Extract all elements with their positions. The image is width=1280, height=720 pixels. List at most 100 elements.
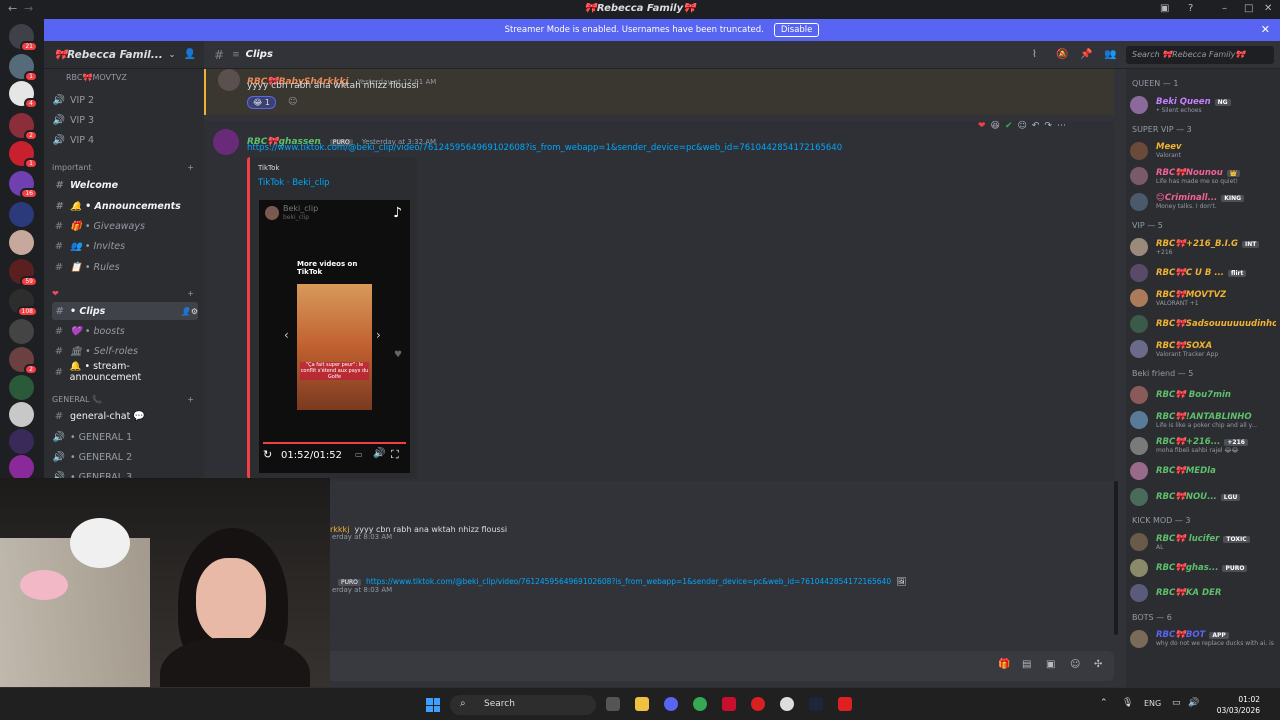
member-item[interactable]: RBC🎀C U B ... flirt	[1130, 261, 1276, 285]
chevron-left-icon[interactable]: ‹	[284, 328, 289, 342]
sticker-icon[interactable]: ▣	[1046, 659, 1055, 670]
channel-vip-4[interactable]: 🔊 VIP 4	[52, 131, 198, 149]
disable-streamer-button[interactable]: Disable	[773, 23, 820, 37]
forward-icon[interactable]: ↷	[1044, 121, 1052, 137]
server-icon[interactable]	[9, 402, 34, 427]
emoji-icon[interactable]: ☺	[1070, 659, 1080, 670]
riot-icon[interactable]	[722, 697, 736, 711]
windows-start-icon[interactable]	[426, 698, 440, 712]
channel-general-2[interactable]: 🔊 • GENERAL 2	[52, 448, 198, 466]
channel-self-roles[interactable]: # 🏛 • Self-roles	[52, 342, 198, 360]
gif-icon[interactable]: ▤	[1022, 659, 1031, 670]
message-composer[interactable]: 🎁 ▤ ▣ ☺ ✣	[214, 651, 1114, 681]
more-icon[interactable]: ⋯	[1057, 121, 1066, 137]
member-item[interactable]: RBC🎀ghas... PURO	[1130, 556, 1276, 580]
channel-vip-2[interactable]: 🔊 VIP 2	[52, 91, 198, 109]
member-item[interactable]: RBC🎀!ANTABLINHO Life is like a poker chip…	[1130, 408, 1276, 432]
steam-icon[interactable]	[809, 697, 823, 711]
taskbar-search[interactable]: ⌕ Search	[450, 695, 596, 715]
app-icon[interactable]	[838, 697, 852, 711]
server-icon[interactable]	[9, 230, 34, 255]
chrome-icon[interactable]	[693, 697, 707, 711]
app-icon[interactable]	[751, 697, 765, 711]
server-icon[interactable]	[9, 455, 34, 480]
member-item[interactable]: Beki Queen NG • Silent echoes	[1130, 93, 1276, 117]
fullscreen-icon[interactable]: ⛶	[391, 448, 399, 462]
member-item[interactable]: Meev Valorant	[1130, 139, 1276, 163]
threads-icon[interactable]: ⌇	[1032, 49, 1037, 60]
channel-clips[interactable]: # • Clips 👤⚙	[52, 302, 198, 320]
add-user-icon[interactable]: 👤	[184, 49, 196, 60]
clock[interactable]: 01:02 03/03/2026	[1217, 694, 1260, 716]
close-window-icon[interactable]: ✕	[1264, 3, 1272, 14]
member-item[interactable]: RBC🎀MEDla	[1130, 459, 1276, 483]
channel-vip-3[interactable]: 🔊 VIP 3	[52, 111, 198, 129]
minimize-icon[interactable]: –	[1222, 3, 1227, 14]
discord-icon[interactable]	[664, 697, 678, 711]
preview-link[interactable]: https://www.tiktok.com/@beki_clip/video/…	[366, 577, 891, 586]
member-item[interactable]: RBC🎀Sadsouuuuuudinho	[1130, 312, 1276, 336]
server-header[interactable]: 🎀Rebecca Famil... ⌄ 👤	[44, 41, 204, 69]
member-item[interactable]: RBC🎀NOU... LGU	[1130, 485, 1276, 509]
member-item[interactable]: RBC🎀KA DER	[1130, 581, 1276, 605]
obs-icon[interactable]	[780, 697, 794, 711]
server-icon[interactable]: 4	[9, 81, 38, 109]
replay-icon[interactable]: ↻	[263, 448, 272, 461]
scrollbar-thumb[interactable]	[1114, 481, 1118, 635]
chevron-up-icon[interactable]: ⌃	[1100, 698, 1108, 708]
server-icon[interactable]: 2	[9, 113, 38, 141]
server-icon[interactable]	[9, 319, 34, 344]
settings-gear-icon[interactable]: 👤⚙	[181, 307, 198, 316]
pin-icon[interactable]: 📌	[1080, 49, 1092, 60]
member-item[interactable]: RBC🎀MOVTVZ VALORANT +1	[1130, 286, 1276, 310]
server-icon[interactable]: 21	[9, 24, 38, 52]
video-progress-bar[interactable]	[263, 442, 406, 444]
member-item[interactable]: RBC🎀+216_B.I.G INT +216	[1130, 235, 1276, 259]
server-icon[interactable]	[9, 375, 34, 400]
channel-invites[interactable]: # 👥 • Invites	[52, 237, 198, 255]
server-icon[interactable]: 108	[9, 289, 38, 317]
task-view-icon[interactable]	[606, 697, 620, 711]
category-important[interactable]: important +	[52, 163, 194, 172]
notifications-icon[interactable]: 🔕	[1056, 49, 1068, 60]
reply-icon[interactable]: ↶	[1032, 121, 1040, 137]
category-heart[interactable]: ❤ +	[52, 289, 194, 298]
volume-icon[interactable]: 🔊	[1188, 698, 1199, 708]
inbox-icon[interactable]: ▣	[1160, 3, 1169, 14]
category-general[interactable]: GENERAL 📞 +	[52, 395, 194, 404]
check-reaction-icon[interactable]: ✔	[1005, 121, 1013, 137]
heart-reaction-icon[interactable]: ❤	[978, 121, 986, 137]
member-list-icon[interactable]: 👥	[1104, 49, 1116, 60]
add-channel-icon[interactable]: +	[187, 289, 194, 298]
channel-giveaways[interactable]: # 🎁 • Giveaways	[52, 217, 198, 235]
server-icon[interactable]: 1	[9, 54, 38, 82]
add-channel-icon[interactable]: +	[187, 395, 194, 404]
member-item[interactable]: RBC🎀 Bou7min	[1130, 383, 1276, 407]
file-explorer-icon[interactable]	[635, 697, 649, 711]
reaction-pill[interactable]: 😂 1	[247, 96, 276, 109]
server-icon[interactable]: 16	[9, 171, 38, 199]
search-input[interactable]: Search 🎀Rebecca Family🎀	[1126, 46, 1274, 64]
member-item[interactable]: RBC🎀 lucifer TOXIC AL	[1130, 530, 1276, 554]
avatar[interactable]	[213, 129, 239, 155]
video-thumbnail[interactable]: "Ça fait super peur": le conflit s'étend…	[297, 284, 372, 410]
member-item[interactable]: RBC🎀+216... +216 moha fibeli sahbi rajel 😂…	[1130, 434, 1276, 458]
add-channel-icon[interactable]: +	[187, 163, 194, 172]
network-icon[interactable]: ▭	[1172, 698, 1181, 708]
maximize-icon[interactable]: □	[1244, 3, 1253, 14]
channel-boosts[interactable]: # 💜 • boosts	[52, 322, 198, 340]
laugh-reaction-icon[interactable]: 😆	[991, 121, 1000, 137]
gift-icon[interactable]: 🎁	[998, 659, 1010, 670]
channel-rules[interactable]: # 📋 • Rules	[52, 258, 198, 276]
channel-general-1[interactable]: 🔊 • GENERAL 1	[52, 428, 198, 446]
member-item[interactable]: RBC🎀BOT APP why do not we replace ducks wi…	[1130, 627, 1276, 651]
apps-icon[interactable]: ✣	[1094, 659, 1102, 670]
captions-icon[interactable]: ▭	[355, 450, 363, 459]
embedded-video-player[interactable]: Beki_clip beki_clip ♪ More videos on Tik…	[259, 200, 410, 473]
avatar[interactable]	[218, 69, 240, 91]
add-reaction-icon[interactable]: ☺	[1017, 121, 1026, 137]
chevron-right-icon[interactable]: ›	[376, 328, 381, 342]
microphone-icon[interactable]: 🎙	[1122, 698, 1133, 708]
server-icon[interactable]	[9, 429, 34, 454]
channel-announcements[interactable]: # 🔔 • Announcements	[52, 197, 198, 215]
